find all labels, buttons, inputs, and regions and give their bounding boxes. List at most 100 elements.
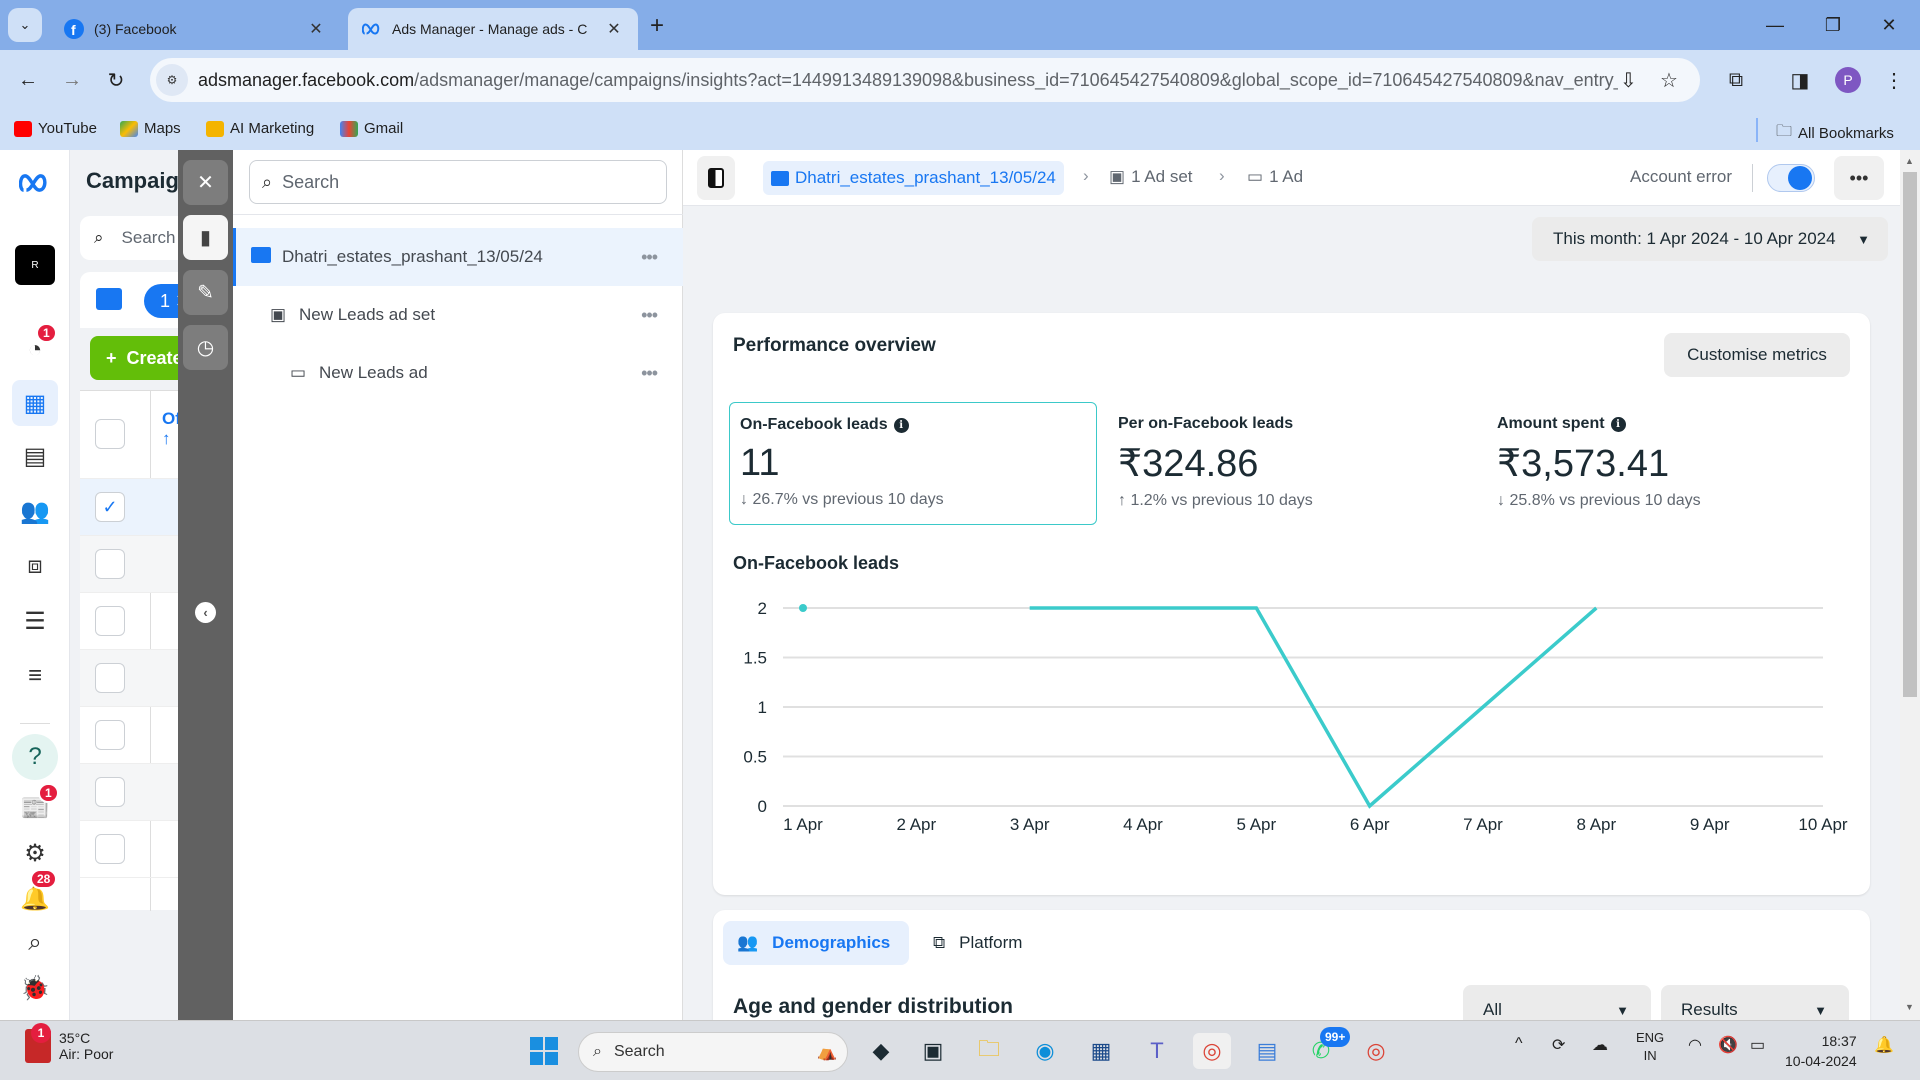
table-row[interactable] [80,764,180,821]
profile-avatar[interactable]: P [1832,64,1864,96]
scroll-up-arrow[interactable]: ▲ [1905,156,1914,166]
bookmark-maps[interactable]: Maps [120,120,181,137]
tab-platform[interactable]: ⧉ Platform [919,921,1036,965]
date-range-picker[interactable]: This month: 1 Apr 2024 - 10 Apr 2024 ▼ [1532,217,1888,261]
back-button[interactable]: ← [12,64,44,96]
billing-icon[interactable]: ☰ [12,598,58,644]
install-app-icon[interactable]: ⇩ [1620,68,1637,93]
taskbar-search[interactable]: ⌕ Search ⛺ [578,1032,848,1072]
restore-button[interactable]: ❐ [1810,8,1856,42]
battery-icon[interactable]: ▭ [1750,1035,1765,1055]
wifi-icon[interactable]: ◠ [1688,1035,1702,1055]
copilot-icon[interactable]: ◆ [862,1033,900,1069]
edit-pencil-icon[interactable]: ✎ [183,270,228,315]
more-options-button[interactable]: ••• [1834,156,1884,200]
page-scrollbar[interactable]: ▲ ▼ [1900,150,1920,1020]
edge-icon[interactable]: ◉ [1026,1033,1064,1069]
account-avatar[interactable]: R [12,242,58,288]
bookmark-star-icon[interactable]: ☆ [1660,68,1678,93]
tab-facebook[interactable]: f (3) Facebook ✕ [50,8,340,50]
table-row[interactable]: ✓ [80,479,180,536]
bookmark-gmail[interactable]: Gmail [340,120,403,137]
chrome-profile-icon[interactable]: ◎ [1357,1033,1395,1069]
tab-ads-manager[interactable]: Ads Manager - Manage ads - C ✕ [348,8,638,50]
bookmark-youtube[interactable]: YouTube [14,120,97,137]
sync-icon[interactable]: ⟳ [1552,1035,1565,1055]
close-tab-icon[interactable]: ✕ [306,19,326,39]
table-row[interactable] [80,536,180,593]
row-checkbox[interactable] [95,663,125,693]
language-indicator[interactable]: ENG IN [1636,1029,1664,1065]
table-row[interactable] [80,821,180,878]
select-all-checkbox[interactable] [95,419,125,449]
search-icon[interactable]: ⌕ [12,920,58,966]
table-row[interactable] [80,650,180,707]
scrollbar-thumb[interactable] [1903,172,1917,697]
new-tab-button[interactable]: + [650,12,664,40]
more-options-icon[interactable]: ••• [641,363,658,384]
audiences-icon[interactable]: 👥 [12,488,58,534]
help-icon[interactable]: ? [12,734,58,780]
teams-icon[interactable]: T [1138,1033,1176,1069]
notepad-icon[interactable]: ▤ [1248,1033,1286,1069]
row-checkbox[interactable] [95,720,125,750]
chrome-icon[interactable]: ◎ [1193,1033,1231,1069]
customise-metrics-button[interactable]: Customise metrics [1664,333,1850,377]
row-checkbox[interactable] [95,549,125,579]
side-panel-icon[interactable]: ◨ [1784,64,1816,96]
extensions-icon[interactable]: ⧉ [1720,64,1752,96]
close-window-button[interactable]: ✕ [1866,8,1912,42]
tab-search-button[interactable]: ⌄ [8,8,42,42]
store-icon[interactable]: ▦ [1082,1033,1120,1069]
notifications-bell-icon[interactable]: 🔔 28 [12,869,58,921]
history-clock-icon[interactable]: ◷ [183,325,228,370]
close-panel-icon[interactable]: ✕ [183,160,228,205]
table-row[interactable] [80,707,180,764]
more-options-icon[interactable]: ••• [641,305,658,326]
campaign-status-toggle[interactable] [1767,164,1815,192]
file-explorer-icon[interactable]: 🗀 [970,1033,1008,1069]
site-info-icon[interactable]: ⚙ [156,64,188,96]
row-checkbox[interactable] [95,777,125,807]
tree-item-adset[interactable]: ▣ New Leads ad set ••• [233,286,683,344]
table-row[interactable] [80,593,180,650]
sidebar-toggle-icon[interactable] [697,156,735,200]
weather-widget[interactable]: 1 35°C Air: Poor [25,1023,113,1063]
bug-report-icon[interactable]: 🐞 [12,965,58,1011]
meta-logo-icon[interactable] [12,160,58,206]
minimize-button[interactable]: — [1752,8,1798,42]
info-icon[interactable]: i [893,417,909,433]
clock[interactable]: 18:37 10-04-2024 [1785,1031,1857,1071]
tree-search-input[interactable]: ⌕ Search [249,160,667,204]
row-checkbox-checked[interactable]: ✓ [95,492,125,522]
forward-button[interactable]: → [56,64,88,96]
tree-item-ad[interactable]: ▭ New Leads ad ••• [233,344,683,402]
campaigns-table-icon[interactable]: ▦ [12,380,58,426]
gender-filter-dropdown[interactable]: All ▼ [1463,985,1651,1020]
dashboard-icon[interactable]: ◔ 1 [12,323,58,373]
insights-chart-icon[interactable]: ▮ [183,215,228,260]
address-bar[interactable]: ⚙ adsmanager.facebook.com/adsmanager/man… [150,58,1700,102]
create-button[interactable]: + Create [90,336,180,380]
tree-item-campaign[interactable]: Dhatri_estates_prashant_13/05/24 ••• [233,228,683,286]
breadcrumb-ad[interactable]: ▭ 1 Ad [1247,167,1303,187]
media-library-icon[interactable]: ⧈ [12,543,58,589]
selected-count-chip[interactable]: 1 ✕ [144,284,180,318]
scroll-down-arrow[interactable]: ▼ [1905,1002,1914,1012]
volume-muted-icon[interactable]: 🔇 [1718,1035,1738,1055]
close-tab-icon[interactable]: ✕ [604,19,624,39]
whatsapp-icon[interactable]: ✆ 99+ [1302,1027,1351,1069]
windows-start-icon[interactable] [530,1037,558,1065]
metric-card-amount-spent[interactable]: Amount spent i ₹3,573.41 ↓ 25.8% vs previ… [1487,402,1855,525]
bookmark-ai-marketing[interactable]: AI Marketing [206,120,314,137]
breadcrumb-adset[interactable]: ▣ 1 Ad set [1109,167,1193,187]
row-checkbox[interactable] [95,834,125,864]
campaign-search-input[interactable]: ⌕ Search [80,216,180,260]
metric-card-leads[interactable]: On-Facebook leads i 11 ↓ 26.7% vs previou… [729,402,1097,525]
reports-icon[interactable]: ▤ [12,433,58,479]
all-bookmarks[interactable]: 🗀 All Bookmarks [1776,120,1894,147]
row-checkbox[interactable] [95,606,125,636]
onedrive-cloud-icon[interactable]: ☁ [1592,1035,1608,1055]
metric-card-cost-per-lead[interactable]: Per on-Facebook leads ₹324.86 ↑ 1.2% vs … [1108,402,1476,525]
breadcrumb-campaign[interactable]: Dhatri_estates_prashant_13/05/24 [763,161,1064,195]
